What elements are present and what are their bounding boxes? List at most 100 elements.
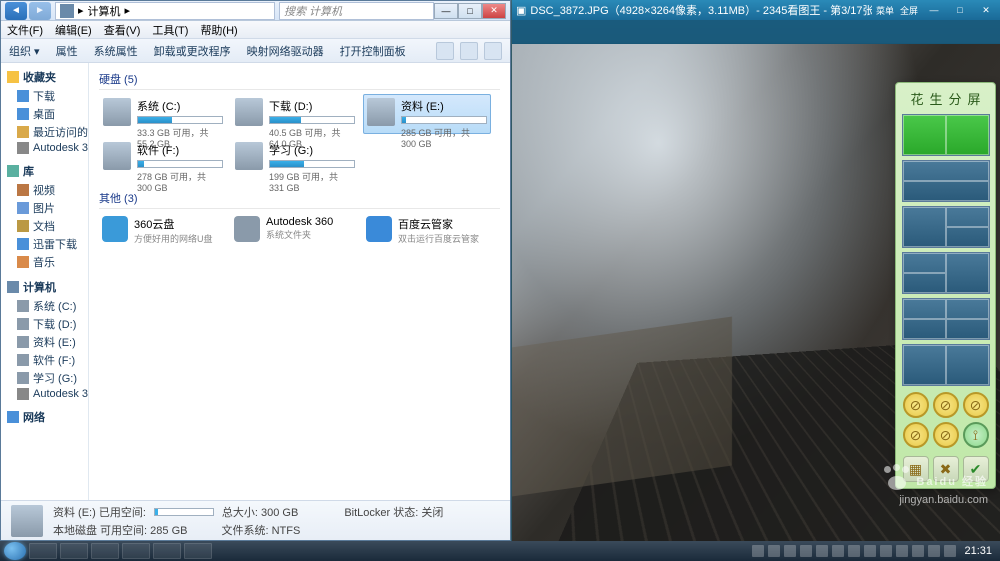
nav-forward-button[interactable]: ►: [29, 2, 51, 20]
sidebar-item-drive-e[interactable]: 资料 (E:): [1, 333, 88, 351]
layout-2col-alt[interactable]: [902, 344, 990, 386]
menu-view[interactable]: 查看(V): [104, 22, 141, 38]
tray-icon[interactable]: [944, 545, 956, 557]
tray-icon[interactable]: [864, 545, 876, 557]
drive-item[interactable]: 软件 (F:)278 GB 可用，共 300 GB: [99, 138, 227, 178]
viewer-close-button[interactable]: ✕: [976, 3, 996, 17]
tray-icon[interactable]: [784, 545, 796, 557]
sidebar-favorites-head[interactable]: 收藏夹: [1, 67, 88, 87]
sidebar-libraries-head[interactable]: 库: [1, 161, 88, 181]
tray-icon[interactable]: [896, 545, 908, 557]
viewer-min-button[interactable]: —: [924, 3, 944, 17]
tb-organize[interactable]: 组织 ▾: [9, 43, 40, 59]
drive-name: 系统 (C:): [137, 98, 223, 114]
minimize-button[interactable]: —: [434, 3, 458, 19]
sidebar-item-recent[interactable]: 最近访问的位置: [1, 123, 88, 141]
split-screen-tool[interactable]: 花生分屏 ⊘ ⊘ ⊘ ⊘ ⊘ ⟟ ▦ ✖ ✔: [895, 82, 996, 489]
sidebar-item-drive-f[interactable]: 软件 (F:): [1, 351, 88, 369]
tb-controlpanel[interactable]: 打开控制面板: [340, 43, 406, 59]
viewer-menu[interactable]: 菜单: [876, 4, 894, 17]
sidebar-item-pictures[interactable]: 图片: [1, 199, 88, 217]
menu-help[interactable]: 帮助(H): [200, 22, 237, 38]
search-input[interactable]: 搜索 计算机: [279, 2, 434, 20]
splitter-tool-1[interactable]: ▦: [903, 456, 929, 482]
menu-file[interactable]: 文件(F): [7, 22, 43, 38]
sidebar-item-videos[interactable]: 视频: [1, 181, 88, 199]
drive-item[interactable]: 系统 (C:)33.3 GB 可用，共 55.2 GB: [99, 94, 227, 134]
sidebar-item-drive-c[interactable]: 系统 (C:): [1, 297, 88, 315]
breadcrumb[interactable]: ▸ 计算机 ▸: [55, 2, 275, 20]
sidebar-item-documents[interactable]: 文档: [1, 217, 88, 235]
sidebar-computer-head[interactable]: 计算机: [1, 277, 88, 297]
layout-1-2[interactable]: [902, 206, 990, 248]
other-name: 百度云管家: [398, 216, 479, 232]
tb-properties[interactable]: 属性: [56, 43, 78, 59]
other-item[interactable]: 百度云管家双击运行百度云管家: [363, 213, 491, 247]
drive-item[interactable]: 下载 (D:)40.5 GB 可用，共 64.0 GB: [231, 94, 359, 134]
viewer-toolbar[interactable]: [512, 20, 1000, 44]
taskbar-item[interactable]: [153, 543, 181, 559]
tray-icon[interactable]: [768, 545, 780, 557]
splitter-btn-2[interactable]: ⊘: [933, 392, 959, 418]
sidebar-item-xunlei[interactable]: 迅雷下载: [1, 235, 88, 253]
sidebar-item-desktop[interactable]: 桌面: [1, 105, 88, 123]
splitter-btn-6[interactable]: ⟟: [963, 422, 989, 448]
other-item[interactable]: 360云盘方便好用的网络U盘: [99, 213, 227, 247]
splitter-btn-3[interactable]: ⊘: [963, 392, 989, 418]
sidebar-item-autodesk360[interactable]: Autodesk 360: [1, 387, 88, 401]
view-mode-icon[interactable]: [436, 42, 454, 60]
other-sub: 系统文件夹: [266, 228, 333, 241]
tray-icon[interactable]: [816, 545, 828, 557]
explorer-window: ◄ ► ▸ 计算机 ▸ 搜索 计算机 — □ ✕ 文件(F) 编辑(E) 查看(…: [0, 0, 511, 541]
close-button[interactable]: ✕: [482, 3, 506, 19]
drive-item[interactable]: 学习 (G:)199 GB 可用，共 331 GB: [231, 138, 359, 178]
tray-icon[interactable]: [800, 545, 812, 557]
maximize-button[interactable]: □: [458, 3, 482, 19]
drive-name: 学习 (G:): [269, 142, 355, 158]
layout-2row[interactable]: [902, 160, 990, 202]
sidebar-item-drive-d[interactable]: 下载 (D:): [1, 315, 88, 333]
tray-icon[interactable]: [912, 545, 924, 557]
taskbar-item[interactable]: [29, 543, 57, 559]
sidebar-item-downloads[interactable]: 下载: [1, 87, 88, 105]
tb-mapdrive[interactable]: 映射网络驱动器: [247, 43, 324, 59]
breadcrumb-root[interactable]: 计算机: [88, 3, 121, 19]
sidebar-item-autodesk[interactable]: Autodesk 360: [1, 141, 88, 155]
drives-section-head[interactable]: 硬盘 (5): [99, 69, 500, 90]
splitter-btn-4[interactable]: ⊘: [903, 422, 929, 448]
splitter-tool-3[interactable]: ✔: [963, 456, 989, 482]
sidebar-item-music[interactable]: 音乐: [1, 253, 88, 271]
layout-4grid[interactable]: [902, 298, 990, 340]
status-fs: 文件系统: NTFS: [221, 522, 300, 538]
menu-tools[interactable]: 工具(T): [152, 22, 188, 38]
taskbar-item[interactable]: [184, 543, 212, 559]
other-item[interactable]: Autodesk 360系统文件夹: [231, 213, 359, 247]
layout-2col[interactable]: [902, 114, 990, 156]
taskbar-item[interactable]: [60, 543, 88, 559]
viewer-fullscreen[interactable]: 全屏: [900, 4, 918, 17]
start-button[interactable]: [4, 542, 26, 560]
nav-back-button[interactable]: ◄: [5, 2, 27, 20]
tb-uninstall[interactable]: 卸载或更改程序: [154, 43, 231, 59]
help-icon[interactable]: [484, 42, 502, 60]
taskbar-item[interactable]: [91, 543, 119, 559]
splitter-btn-5[interactable]: ⊘: [933, 422, 959, 448]
splitter-btn-1[interactable]: ⊘: [903, 392, 929, 418]
tray-icon[interactable]: [832, 545, 844, 557]
drive-item[interactable]: 资料 (E:)285 GB 可用，共 300 GB: [363, 94, 491, 134]
tray-icon[interactable]: [880, 545, 892, 557]
tb-sysprops[interactable]: 系统属性: [94, 43, 138, 59]
taskbar-clock[interactable]: 21:31: [960, 545, 996, 557]
drive-icon: [367, 98, 395, 126]
preview-pane-icon[interactable]: [460, 42, 478, 60]
splitter-tool-2[interactable]: ✖: [933, 456, 959, 482]
tray-icon[interactable]: [928, 545, 940, 557]
sidebar-network-head[interactable]: 网络: [1, 407, 88, 427]
viewer-max-button[interactable]: □: [950, 3, 970, 17]
tray-icon[interactable]: [752, 545, 764, 557]
taskbar-item[interactable]: [122, 543, 150, 559]
tray-icon[interactable]: [848, 545, 860, 557]
sidebar-item-drive-g[interactable]: 学习 (G:): [1, 369, 88, 387]
layout-2-1[interactable]: [902, 252, 990, 294]
menu-edit[interactable]: 编辑(E): [55, 22, 92, 38]
